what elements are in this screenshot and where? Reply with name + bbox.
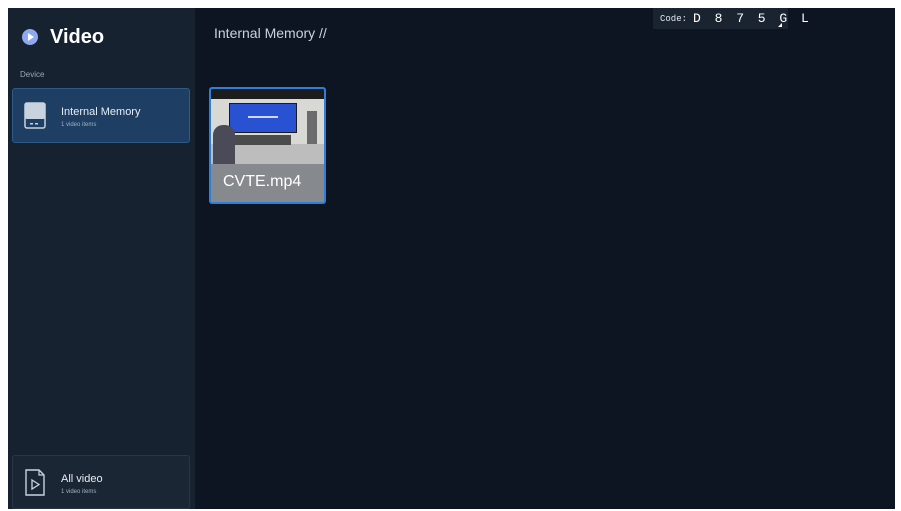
code-overlay: Code: D 8 7 5 G L (653, 8, 809, 29)
video-file-icon (25, 469, 45, 496)
app-title: Video (50, 25, 105, 48)
video-app-window: Video Device Internal Memory 1 video ite… (8, 8, 895, 509)
video-file-card[interactable]: CVTE.mp4 (209, 87, 326, 204)
sidebar: Video Device Internal Memory 1 video ite… (8, 8, 195, 509)
storage-icon (24, 102, 46, 129)
sidebar-item-label: Internal Memory (61, 106, 141, 118)
corner-mark-icon (778, 23, 782, 27)
play-circle-icon (22, 29, 38, 45)
app-brand: Video (22, 25, 104, 49)
video-file-label-bar: CVTE.mp4 (211, 164, 324, 202)
breadcrumb: Internal Memory // (214, 25, 327, 41)
sidebar-item-all-video[interactable]: All video 1 video items (12, 455, 190, 509)
sidebar-item-count: 1 video items (61, 489, 97, 495)
device-section-label: Device (20, 70, 45, 79)
sidebar-item-count: 1 video items (61, 122, 97, 128)
sidebar-item-internal-memory[interactable]: Internal Memory 1 video items (12, 88, 190, 143)
video-file-name: CVTE.mp4 (223, 173, 302, 190)
sidebar-item-label: All video (61, 473, 103, 485)
video-thumbnail (211, 89, 324, 164)
code-label: Code: (660, 14, 688, 24)
code-value: D 8 7 5 G L (693, 11, 812, 26)
